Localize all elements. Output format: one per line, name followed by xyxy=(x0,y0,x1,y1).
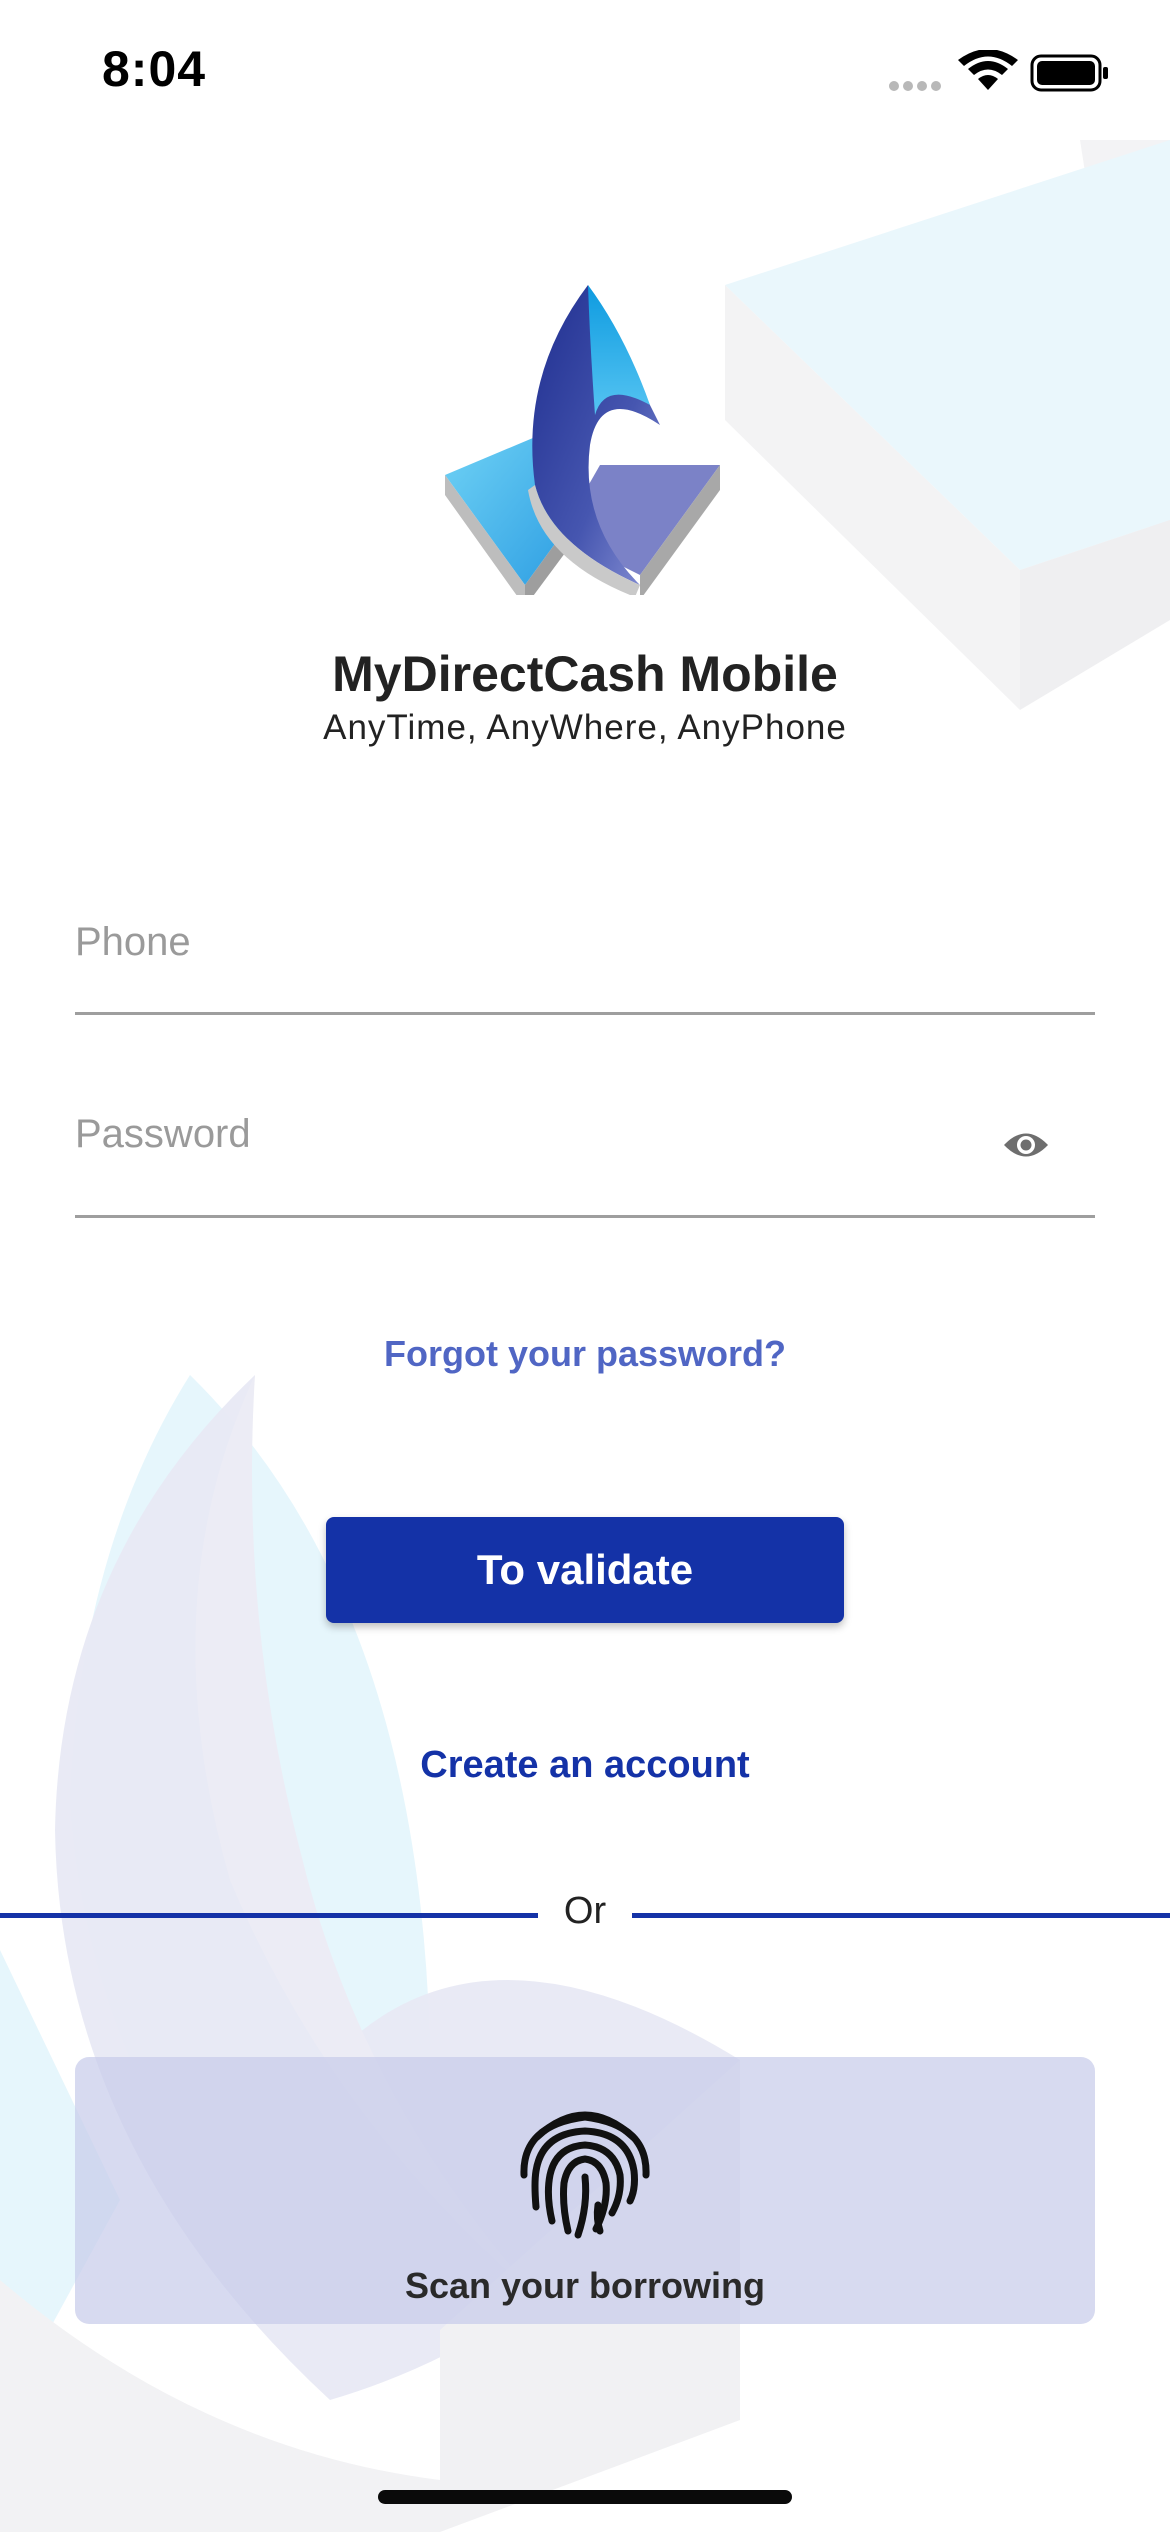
phone-input[interactable] xyxy=(75,920,975,965)
signal-dots-icon xyxy=(889,81,941,91)
forgot-password-link[interactable]: Forgot your password? xyxy=(0,1333,1170,1375)
status-time: 8:04 xyxy=(102,41,207,97)
divider-line-right xyxy=(632,1913,1170,1918)
battery-icon xyxy=(1030,54,1108,92)
password-field[interactable] xyxy=(75,1100,1095,1218)
app-logo xyxy=(445,285,720,595)
divider-label: Or xyxy=(563,1890,607,1932)
fingerprint-icon xyxy=(520,2111,650,2239)
divider-line-left xyxy=(0,1913,538,1918)
create-account-link[interactable]: Create an account xyxy=(0,1744,1170,1787)
status-bar: 8:04 xyxy=(0,0,1170,140)
wifi-icon xyxy=(958,49,1018,90)
eye-icon[interactable] xyxy=(1002,1128,1050,1162)
phone-field[interactable] xyxy=(75,908,1095,1015)
app-subtitle: AnyTime, AnyWhere, AnyPhone xyxy=(323,708,847,747)
validate-button[interactable]: To validate xyxy=(326,1517,844,1623)
home-indicator[interactable] xyxy=(378,2490,792,2504)
scan-label: Scan your borrowing xyxy=(404,2265,766,2306)
login-screen: 8:04 MyDirectCash Mobile AnyTime, AnyWhe… xyxy=(0,0,1170,2532)
biometric-scan-button[interactable]: Scan your borrowing xyxy=(75,2057,1095,2324)
status-icons xyxy=(888,49,1118,98)
app-title: MyDirectCash Mobile xyxy=(332,646,838,702)
password-input[interactable] xyxy=(75,1112,975,1157)
